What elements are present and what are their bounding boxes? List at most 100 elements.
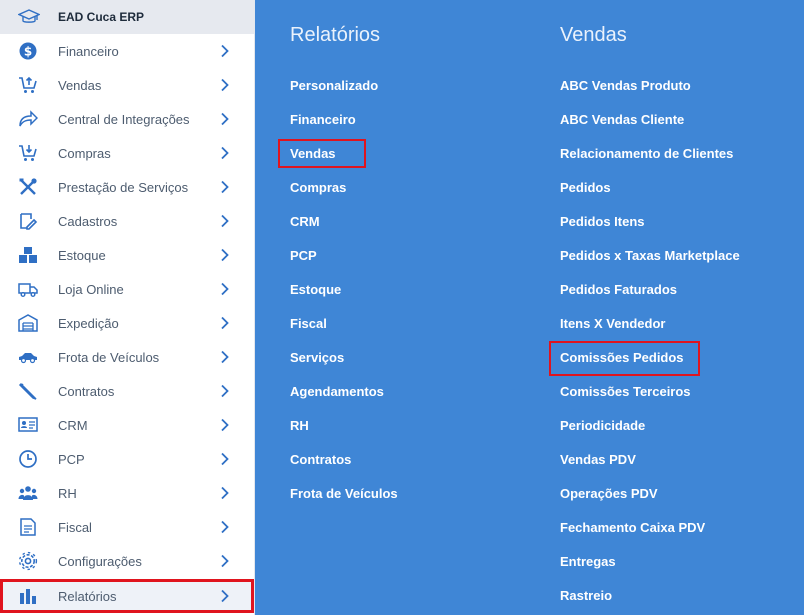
sidebar-item-contratos[interactable]: Contratos: [0, 374, 254, 408]
dollar-circle-icon: $: [19, 42, 37, 60]
chevron-right-icon: [221, 214, 229, 228]
report-link-servicos[interactable]: Serviços: [290, 350, 344, 365]
sidebar-item-label: Contratos: [58, 384, 115, 399]
reports-submenu-panel: Relatórios Personalizado Financeiro Vend…: [255, 0, 804, 615]
chevron-right-icon: [221, 180, 229, 194]
sidebar-item-configuracoes[interactable]: Configurações: [0, 544, 254, 578]
cart-down-icon: [19, 145, 37, 161]
clock-icon: [19, 450, 37, 468]
gear-icon: [18, 551, 38, 571]
sidebar-item-label: Financeiro: [58, 44, 119, 59]
edit-note-icon: [20, 213, 38, 230]
sales-report-link-rastreio[interactable]: Rastreio: [560, 588, 612, 603]
report-link-personalizado[interactable]: Personalizado: [290, 78, 378, 93]
sidebar: EAD Cuca ERP $ Financeiro Vendas Central…: [0, 0, 255, 615]
sidebar-item-crm[interactable]: CRM: [0, 408, 254, 442]
chevron-right-icon: [221, 248, 229, 262]
sidebar-item-central-integracoes[interactable]: Central de Integrações: [0, 102, 254, 136]
column-title-vendas: Vendas: [560, 24, 627, 46]
sidebar-item-label: CRM: [58, 418, 88, 433]
tools-icon: [19, 178, 37, 195]
sales-report-link-operacoes-pdv[interactable]: Operações PDV: [560, 486, 658, 501]
svg-text:$: $: [24, 45, 32, 59]
sidebar-item-expedicao[interactable]: Expedição: [0, 306, 254, 340]
sales-report-link-pedidos-faturados[interactable]: Pedidos Faturados: [560, 282, 677, 297]
sidebar-item-label: Prestação de Serviços: [58, 180, 189, 195]
brand-header[interactable]: EAD Cuca ERP: [0, 0, 254, 34]
highlight-box-comissoes-pedidos: [549, 341, 700, 376]
graduation-cap-icon: [18, 9, 40, 23]
report-link-crm[interactable]: CRM: [290, 214, 320, 229]
truck-icon: [18, 283, 38, 297]
column-title-relatorios: Relatórios: [290, 24, 381, 46]
sidebar-item-compras[interactable]: Compras: [0, 136, 254, 170]
sales-report-link-itens-vendedor[interactable]: Itens X Vendedor: [560, 316, 665, 331]
sidebar-item-label: Frota de Veículos: [58, 350, 160, 365]
chevron-right-icon: [221, 384, 229, 398]
sidebar-item-label: Central de Integrações: [58, 112, 190, 127]
brand-name: EAD Cuca ERP: [58, 10, 145, 24]
sidebar-item-label: Loja Online: [58, 282, 124, 297]
sales-report-link-pedidos[interactable]: Pedidos: [560, 180, 611, 195]
chevron-right-icon: [221, 520, 229, 534]
people-icon: [18, 486, 38, 500]
report-link-fiscal[interactable]: Fiscal: [290, 316, 327, 331]
sales-report-link-abc-cliente[interactable]: ABC Vendas Cliente: [560, 112, 684, 127]
chevron-right-icon: [221, 452, 229, 466]
chevron-right-icon: [221, 44, 229, 58]
boxes-icon: [19, 247, 37, 263]
report-link-compras[interactable]: Compras: [290, 180, 346, 195]
sidebar-item-vendas[interactable]: Vendas: [0, 68, 254, 102]
sales-report-link-pedidos-itens[interactable]: Pedidos Itens: [560, 214, 645, 229]
report-link-estoque[interactable]: Estoque: [290, 282, 341, 297]
report-link-pcp[interactable]: PCP: [290, 248, 317, 263]
sidebar-item-fiscal[interactable]: Fiscal: [0, 510, 254, 544]
sales-report-link-comissoes-terceiros[interactable]: Comissões Terceiros: [560, 384, 691, 399]
sidebar-item-prestacao-servicos[interactable]: Prestação de Serviços: [0, 170, 254, 204]
warehouse-icon: [18, 314, 38, 332]
sales-report-link-fechamento-caixa-pdv[interactable]: Fechamento Caixa PDV: [560, 520, 705, 535]
bar-chart-icon: [20, 589, 36, 604]
sales-report-link-periodicidade[interactable]: Periodicidade: [560, 418, 645, 433]
report-link-frota-veiculos[interactable]: Frota de Veículos: [290, 486, 398, 501]
report-link-contratos[interactable]: Contratos: [290, 452, 351, 467]
sidebar-item-relatorios[interactable]: Relatórios: [0, 579, 254, 613]
sales-report-link-abc-produto[interactable]: ABC Vendas Produto: [560, 78, 691, 93]
sidebar-item-rh[interactable]: RH: [0, 476, 254, 510]
sidebar-item-label: Compras: [58, 146, 111, 161]
sidebar-item-label: Fiscal: [58, 520, 92, 535]
sidebar-item-label: Relatórios: [58, 589, 117, 604]
sales-report-link-entregas[interactable]: Entregas: [560, 554, 616, 569]
chevron-right-icon: [221, 554, 229, 568]
share-arrow-icon: [19, 110, 38, 127]
sidebar-item-label: Cadastros: [58, 214, 118, 229]
sales-report-link-pedidos-taxas-marketplace[interactable]: Pedidos x Taxas Marketplace: [560, 248, 740, 263]
chevron-right-icon: [221, 418, 229, 432]
sidebar-item-loja-online[interactable]: Loja Online: [0, 272, 254, 306]
chevron-right-icon: [221, 112, 229, 126]
sidebar-item-financeiro[interactable]: $ Financeiro: [0, 34, 254, 68]
sidebar-item-cadastros[interactable]: Cadastros: [0, 204, 254, 238]
sidebar-item-label: RH: [58, 486, 77, 501]
document-icon: [20, 518, 36, 536]
cart-up-icon: [19, 76, 37, 93]
report-link-financeiro[interactable]: Financeiro: [290, 112, 356, 127]
sidebar-item-pcp[interactable]: PCP: [0, 442, 254, 476]
sidebar-item-label: Configurações: [58, 554, 142, 569]
chevron-right-icon: [221, 589, 229, 603]
chevron-right-icon: [221, 282, 229, 296]
highlight-box-vendas: [278, 139, 366, 168]
car-icon: [19, 353, 37, 364]
sidebar-item-estoque[interactable]: Estoque: [0, 238, 254, 272]
report-link-rh[interactable]: RH: [290, 418, 309, 433]
sidebar-item-label: PCP: [58, 452, 85, 467]
sales-report-link-relacionamento-clientes[interactable]: Relacionamento de Clientes: [560, 146, 733, 161]
chevron-right-icon: [221, 486, 229, 500]
report-link-agendamentos[interactable]: Agendamentos: [290, 384, 384, 399]
sidebar-item-label: Vendas: [58, 78, 102, 93]
sales-report-link-vendas-pdv[interactable]: Vendas PDV: [560, 452, 636, 467]
sidebar-item-frota-veiculos[interactable]: Frota de Veículos: [0, 340, 254, 374]
sidebar-item-label: Estoque: [58, 248, 106, 263]
chevron-right-icon: [221, 146, 229, 160]
chevron-right-icon: [221, 350, 229, 364]
